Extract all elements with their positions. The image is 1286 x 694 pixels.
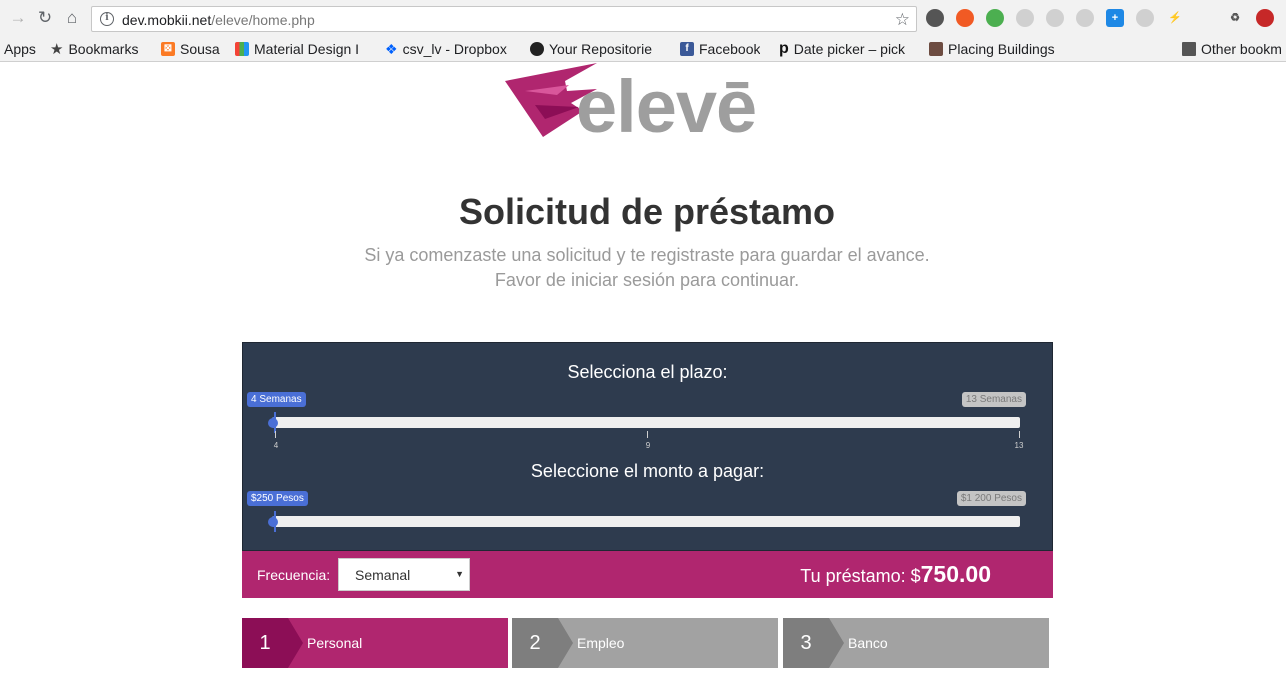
p-icon: p xyxy=(779,40,789,57)
loan-total-label: Tu préstamo: xyxy=(800,566,911,586)
step-chevron xyxy=(558,618,573,668)
eleve-logo-text: elevē xyxy=(576,65,757,148)
facebook-icon: f xyxy=(680,42,694,56)
step-empleo[interactable]: 2 Empleo xyxy=(512,618,778,668)
extension-icon[interactable] xyxy=(1136,9,1154,27)
amount-heading: Seleccione el monto a pagar: xyxy=(530,461,765,481)
frequency-selected-value: Semanal xyxy=(355,567,411,583)
bookmark-star-icon[interactable]: ☆ xyxy=(895,10,910,30)
extensions-row: + ⚡ ♻ xyxy=(926,9,1274,29)
page-subtitle: Si ya comenzaste una solicitud y te regi… xyxy=(364,245,930,290)
step-banco[interactable]: 3 Banco xyxy=(783,618,1049,668)
plus-icon[interactable]: + xyxy=(1106,9,1124,27)
step-chevron xyxy=(288,618,303,668)
dropbox-icon: ❖ xyxy=(385,40,398,57)
recycle-icon[interactable]: ♻ xyxy=(1226,9,1244,27)
extension-icon[interactable] xyxy=(956,9,974,27)
step-personal[interactable]: 1 Personal xyxy=(242,618,508,668)
loan-currency: $ xyxy=(910,566,921,586)
term-tick xyxy=(647,431,648,438)
step-number: 2 xyxy=(512,618,558,668)
shield-icon[interactable] xyxy=(986,9,1004,27)
frequency-label: Frecuencia: xyxy=(257,567,331,583)
bookmark-sousa[interactable]: ⊠ Sousa xyxy=(161,40,220,58)
term-slider-track[interactable] xyxy=(268,412,1020,433)
home-icon[interactable]: ⌂ xyxy=(62,8,82,28)
bookmark-apps[interactable]: Apps xyxy=(4,40,36,58)
term-max-tag: 13 Semanas xyxy=(961,392,1026,407)
loan-slider-panel: Selecciona el plazo: 4 Semanas 13 Semana… xyxy=(242,342,1053,551)
amount-slider-handle-line[interactable] xyxy=(274,511,276,532)
step-name: Personal xyxy=(307,635,363,651)
bookmark-bookmarks[interactable]: ★ Bookmarks xyxy=(50,40,138,58)
term-heading: Selecciona el plazo: xyxy=(567,362,728,382)
step-name: Empleo xyxy=(577,635,625,651)
term-tick-label: 13 xyxy=(1014,441,1024,450)
bookmarks-bar: Apps ★ Bookmarks ⊠ Sousa Material Design… xyxy=(0,36,1286,62)
frequency-select[interactable]: Semanal ▼ xyxy=(338,558,470,591)
step-name: Banco xyxy=(848,635,888,651)
folder-icon xyxy=(1182,42,1196,56)
bolt-icon[interactable]: ⚡ xyxy=(1166,9,1184,27)
amount-slider-handle[interactable] xyxy=(268,517,278,527)
frequency-bar: Frecuencia: Semanal ▼ Tu préstamo: $750.… xyxy=(242,551,1053,598)
info-icon[interactable]: i xyxy=(100,12,114,26)
term-tick xyxy=(275,431,276,438)
buildings-icon xyxy=(929,42,943,56)
page-content: elevē Solicitud de préstamo Si ya comenz… xyxy=(0,63,1286,694)
bookmark-date-picker[interactable]: p Date picker – pick xyxy=(779,40,912,58)
amount-max-tag: $1 200 Pesos xyxy=(956,491,1026,506)
github-icon xyxy=(530,42,544,56)
amount-min-tag: $250 Pesos xyxy=(247,491,308,506)
term-tick-label: 4 xyxy=(273,441,279,450)
star-icon: ★ xyxy=(50,41,64,58)
back-arrow-icon[interactable]: → xyxy=(8,8,28,28)
extension-icon[interactable] xyxy=(1046,9,1064,27)
amount-slider-track[interactable] xyxy=(268,511,1020,532)
caret-down-icon: ▼ xyxy=(455,569,464,579)
address-bar[interactable]: i dev.mobkii.net/eleve/home.php ☆ xyxy=(91,6,917,32)
extension-icon[interactable] xyxy=(1016,9,1034,27)
loan-amount: 750.00 xyxy=(920,561,991,587)
step-number: 3 xyxy=(783,618,829,668)
term-tick-label: 9 xyxy=(645,441,651,450)
bookmark-dropbox[interactable]: ❖ csv_lv - Dropbox xyxy=(385,40,507,58)
loan-total: Tu préstamo: $750.00 xyxy=(800,561,991,588)
material-icon xyxy=(235,42,249,56)
bookmark-github[interactable]: Your Repositorie xyxy=(530,40,665,58)
extension-icon[interactable] xyxy=(1256,9,1274,27)
xampp-icon: ⊠ xyxy=(161,42,175,56)
url-text: dev.mobkii.net/eleve/home.php xyxy=(122,12,315,28)
term-min-tag: 4 Semanas xyxy=(247,392,306,407)
extension-icon[interactable] xyxy=(926,9,944,27)
react-icon[interactable] xyxy=(1076,9,1094,27)
term-slider-handle-line[interactable] xyxy=(274,412,276,433)
extension-icon[interactable] xyxy=(1196,9,1214,27)
reload-icon[interactable]: ↻ xyxy=(35,8,55,28)
step-number: 1 xyxy=(242,618,288,668)
bookmark-material-design[interactable]: Material Design I xyxy=(235,40,370,58)
term-tick xyxy=(1019,431,1020,438)
steps-nav: 1 Personal 2 Empleo 3 Banco xyxy=(242,618,1053,668)
step-chevron xyxy=(829,618,844,668)
browser-toolbar: → ↻ ⌂ i dev.mobkii.net/eleve/home.php ☆ … xyxy=(0,0,1286,36)
page-title: Solicitud de préstamo xyxy=(458,191,836,232)
term-slider-handle[interactable] xyxy=(268,418,278,428)
bookmark-placing-buildings[interactable]: Placing Buildings xyxy=(929,40,1066,58)
bookmark-facebook[interactable]: f Facebook xyxy=(680,40,760,58)
bookmark-other[interactable]: Other bookm xyxy=(1182,40,1282,58)
